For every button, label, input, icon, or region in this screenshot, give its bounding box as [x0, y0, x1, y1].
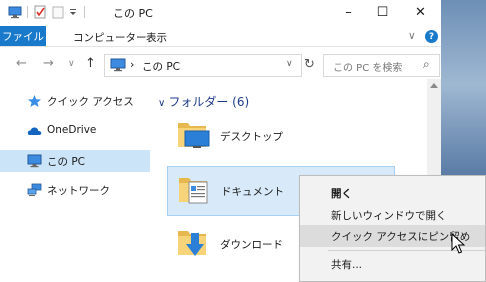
documents-folder-icon [179, 178, 208, 204]
tab-computer[interactable]: コンピューター [73, 30, 147, 45]
menu-item-open-new-window[interactable]: 新しいウィンドウで開く [300, 204, 485, 226]
search-box[interactable]: この PC を検索 ⌕ [323, 54, 440, 77]
minimize-button[interactable]: – [330, 0, 367, 25]
folder-item-desktop[interactable]: デスクトップ [167, 112, 395, 162]
menu-item-label: 共有... [331, 259, 363, 271]
ribbon-expand-icon[interactable]: ∨ [408, 30, 416, 42]
address-dropdown-icon[interactable]: ∨ [286, 59, 293, 69]
new-folder-icon[interactable] [51, 5, 65, 19]
help-icon[interactable]: ? [425, 30, 438, 43]
cloud-icon [27, 127, 42, 135]
desktop-folder-icon [178, 123, 210, 148]
tab-file[interactable]: ファイル [0, 26, 46, 46]
sidebar-item-label: この PC [47, 156, 86, 168]
menu-item-label: 新しいウィンドウで開く [331, 210, 447, 222]
folders-group-header[interactable]: ∨ フォルダー (6) [158, 93, 249, 110]
menu-item-open[interactable]: 開く [300, 182, 485, 204]
sidebar-item-this-pc[interactable]: この PC [0, 150, 150, 172]
address-row: ← → ∨ ↑ › この PC ∨ ↻ この PC を検索 ⌕ [0, 52, 441, 79]
downloads-folder-icon [178, 231, 206, 256]
ribbon-tabs: ファイル コンピューター 表示 ∨ ? [0, 26, 441, 47]
network-icon [27, 183, 42, 196]
window-title: この PC [113, 7, 153, 20]
context-menu: 開く 新しいウィンドウで開く クイック アクセスにピン留め 共有... [299, 175, 486, 282]
forward-button[interactable]: → [43, 56, 54, 71]
folder-label: デスクトップ [220, 131, 283, 143]
computer-icon [110, 58, 126, 72]
title-separator [84, 6, 85, 18]
close-button[interactable]: ✕ [402, 0, 439, 25]
group-header-label: フォルダー (6) [168, 95, 250, 109]
mouse-cursor-icon [451, 233, 465, 254]
sidebar-item-onedrive[interactable]: OneDrive [0, 120, 150, 142]
sidebar-item-network[interactable]: ネットワーク [0, 179, 150, 201]
customize-dropdown-icon[interactable] [68, 5, 78, 19]
address-path[interactable]: この PC [142, 59, 180, 74]
properties-check-icon[interactable] [33, 5, 47, 19]
search-input[interactable]: この PC を検索 [333, 59, 402, 74]
sidebar-item-label: OneDrive [47, 124, 97, 136]
folder-label: ドキュメント [221, 186, 284, 198]
quick-access-separator [27, 6, 28, 18]
menu-item-share[interactable]: 共有... [300, 253, 485, 275]
star-icon [28, 95, 41, 107]
folder-label: ダウンロード [220, 239, 283, 251]
menu-item-label: 開く [331, 188, 352, 200]
chevron-down-icon: ∨ [158, 98, 166, 109]
search-icon[interactable]: ⌕ [423, 57, 430, 72]
up-button[interactable]: ↑ [85, 56, 96, 71]
sidebar-item-label: クイック アクセス [47, 96, 134, 108]
address-bar[interactable]: › この PC ∨ [104, 54, 302, 77]
back-button[interactable]: ← [16, 56, 27, 71]
computer-icon[interactable] [8, 5, 22, 19]
title-bar: この PC – ☐ ✕ [0, 0, 441, 25]
maximize-button[interactable]: ☐ [364, 0, 401, 25]
navigation-pane: クイック アクセス OneDrive この PC ネットワーク [0, 86, 150, 282]
computer-icon [27, 154, 42, 168]
recent-locations-button[interactable]: ∨ [68, 59, 75, 69]
sidebar-item-label: ネットワーク [47, 185, 110, 197]
refresh-button[interactable]: ↻ [304, 57, 315, 72]
scroll-up-icon[interactable] [430, 83, 438, 88]
menu-item-label: クイック アクセスにピン留め [331, 231, 471, 243]
tab-view[interactable]: 表示 [146, 30, 167, 45]
address-separator[interactable]: › [130, 58, 134, 71]
sidebar-item-quick-access[interactable]: クイック アクセス [0, 90, 150, 112]
